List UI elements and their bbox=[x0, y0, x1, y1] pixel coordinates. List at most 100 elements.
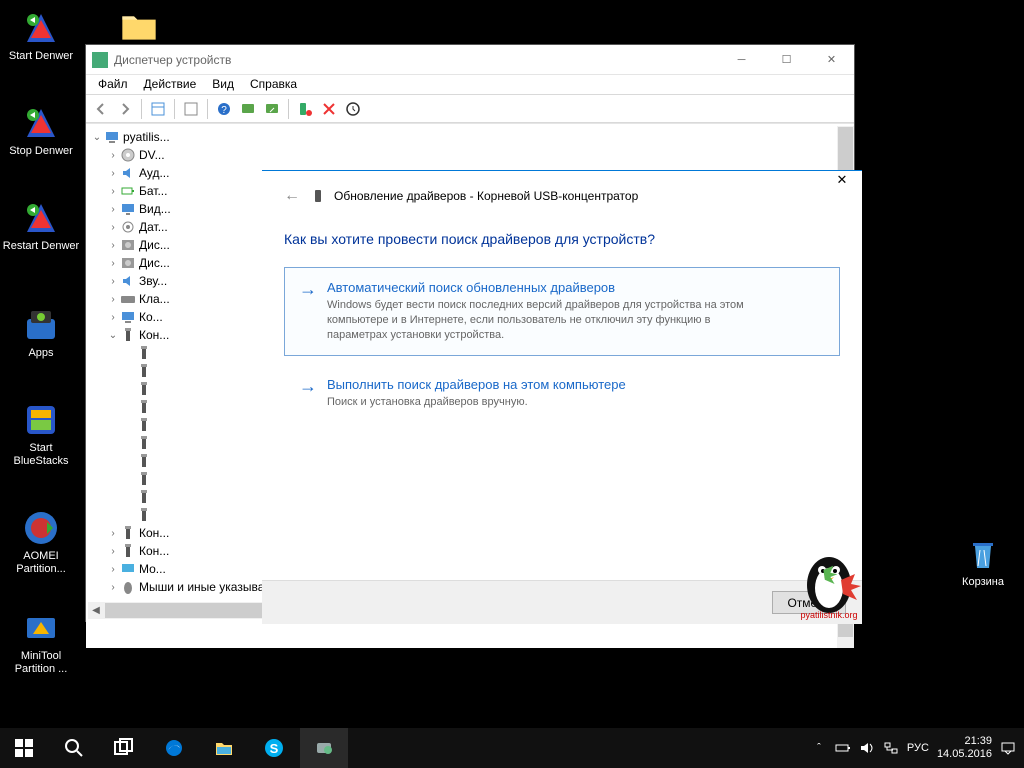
volume-icon[interactable] bbox=[859, 740, 875, 756]
arrow-right-icon: → bbox=[299, 377, 317, 410]
network-icon[interactable] bbox=[883, 740, 899, 756]
menu-действие[interactable]: Действие bbox=[136, 75, 205, 94]
taskbar: S ˆ РУС 21:39 14.05.2016 bbox=[0, 728, 1024, 768]
titlebar[interactable]: Диспетчер устройств ─ ☐ ✕ bbox=[86, 45, 854, 75]
usb-icon bbox=[136, 363, 152, 379]
maximize-button[interactable]: ☐ bbox=[764, 46, 809, 74]
apps-icon bbox=[21, 305, 61, 345]
minimize-button[interactable]: ─ bbox=[719, 46, 764, 74]
enable-button[interactable] bbox=[342, 98, 364, 120]
close-button[interactable]: ✕ bbox=[809, 46, 854, 74]
server-icon bbox=[21, 198, 61, 238]
computer-icon bbox=[120, 309, 136, 325]
desktop-icon-apps[interactable]: Apps bbox=[2, 305, 80, 360]
dialog-question: Как вы хотите провести поиск драйверов д… bbox=[262, 213, 862, 259]
notifications-icon[interactable] bbox=[1000, 740, 1016, 756]
watermark: pyatilistnik.org bbox=[789, 540, 869, 620]
back-arrow-icon[interactable]: ← bbox=[284, 187, 300, 205]
twist-icon[interactable]: › bbox=[106, 582, 120, 593]
twist-icon[interactable]: › bbox=[106, 222, 120, 233]
desktop-icon-minitool-partition-[interactable]: MiniTool Partition ... bbox=[2, 608, 80, 675]
tree-label: Вид... bbox=[139, 202, 171, 216]
scroll-left-arrow[interactable]: ◀ bbox=[88, 602, 104, 619]
tree-label: Бат... bbox=[139, 184, 167, 198]
twist-icon[interactable]: › bbox=[106, 564, 120, 575]
language-indicator[interactable]: РУС bbox=[907, 742, 929, 754]
tree-label: Кон... bbox=[139, 328, 169, 342]
back-button[interactable] bbox=[90, 98, 112, 120]
desktop-icon-restart-denwer[interactable]: Restart Denwer bbox=[2, 198, 80, 253]
menu-вид[interactable]: Вид bbox=[204, 75, 242, 94]
svg-text:?: ? bbox=[221, 105, 227, 116]
scan-button[interactable] bbox=[237, 98, 259, 120]
battery-icon[interactable] bbox=[835, 740, 851, 756]
update-button[interactable] bbox=[261, 98, 283, 120]
twist-icon[interactable]: › bbox=[106, 150, 120, 161]
edge-button[interactable] bbox=[150, 728, 198, 768]
explorer-button[interactable] bbox=[200, 728, 248, 768]
twist-icon[interactable]: › bbox=[106, 204, 120, 215]
dialog-close-button[interactable]: ✕ bbox=[822, 167, 862, 193]
twist-icon[interactable]: › bbox=[106, 294, 120, 305]
tree-label: Дис... bbox=[139, 256, 170, 270]
devmgr-taskbar-button[interactable] bbox=[300, 728, 348, 768]
minitool-icon bbox=[21, 608, 61, 648]
desktop-icon-aomei-partition-[interactable]: AOMEI Partition... bbox=[2, 508, 80, 575]
desktop-icon-корзина[interactable]: Корзина bbox=[944, 534, 1022, 589]
tree-label: Кла... bbox=[139, 292, 170, 306]
twist-icon[interactable]: ⌄ bbox=[106, 330, 120, 341]
icon-label: MiniTool Partition ... bbox=[2, 650, 80, 675]
twist-icon[interactable]: › bbox=[106, 276, 120, 287]
desktop-icon-start-denwer[interactable]: Start Denwer bbox=[2, 8, 80, 63]
toolbar: ? bbox=[86, 95, 854, 123]
clock[interactable]: 21:39 14.05.2016 bbox=[937, 735, 992, 761]
usb-icon bbox=[136, 507, 152, 523]
option-manual-search[interactable]: → Выполнить поиск драйверов на этом комп… bbox=[284, 364, 840, 423]
svg-text:pyatilistnik.org: pyatilistnik.org bbox=[800, 610, 857, 620]
tree-label: Зву... bbox=[139, 274, 167, 288]
desktop-icon-start-bluestacks[interactable]: Start BlueStacks bbox=[2, 400, 80, 467]
usb-icon bbox=[120, 327, 136, 343]
tree-node[interactable]: ⌄pyatilis... bbox=[90, 128, 850, 146]
search-button[interactable] bbox=[50, 728, 98, 768]
twist-icon[interactable]: › bbox=[106, 312, 120, 323]
icon-label: AOMEI Partition... bbox=[2, 550, 80, 575]
disable-button[interactable] bbox=[318, 98, 340, 120]
task-view-button[interactable] bbox=[100, 728, 148, 768]
tree-label: Ко... bbox=[139, 310, 163, 324]
battery-icon bbox=[120, 183, 136, 199]
start-button[interactable] bbox=[0, 728, 48, 768]
usb-icon bbox=[136, 471, 152, 487]
tree-label: Дат... bbox=[139, 220, 168, 234]
desktop-icon-stop-denwer[interactable]: Stop Denwer bbox=[2, 103, 80, 158]
device-icon bbox=[310, 188, 326, 204]
tray-expand-icon[interactable]: ˆ bbox=[811, 740, 827, 756]
tree-label: Мо... bbox=[139, 562, 166, 576]
uninstall-button[interactable] bbox=[294, 98, 316, 120]
menu-файл[interactable]: Файл bbox=[90, 75, 136, 94]
properties-button[interactable] bbox=[180, 98, 202, 120]
folder-icon bbox=[119, 8, 159, 48]
option-title: Выполнить поиск драйверов на этом компью… bbox=[327, 377, 626, 392]
twist-icon[interactable]: › bbox=[106, 186, 120, 197]
menu-справка[interactable]: Справка bbox=[242, 75, 305, 94]
help-button[interactable]: ? bbox=[213, 98, 235, 120]
usb-icon bbox=[136, 399, 152, 415]
twist-icon[interactable]: › bbox=[106, 258, 120, 269]
usb-icon bbox=[120, 543, 136, 559]
tree-label: DV... bbox=[139, 148, 165, 162]
disk-icon bbox=[120, 237, 136, 253]
forward-button[interactable] bbox=[114, 98, 136, 120]
twist-icon[interactable]: › bbox=[106, 240, 120, 251]
skype-button[interactable]: S bbox=[250, 728, 298, 768]
twist-icon[interactable]: › bbox=[106, 168, 120, 179]
option-auto-search[interactable]: → Автоматический поиск обновленных драйв… bbox=[284, 267, 840, 356]
twist-icon[interactable]: ⌄ bbox=[90, 132, 104, 143]
tree-node[interactable]: › DV... bbox=[90, 146, 850, 164]
desktop: Start Denwer Stop Denwer Restart Denwer App… bbox=[0, 0, 1024, 768]
twist-icon[interactable]: › bbox=[106, 546, 120, 557]
twist-icon[interactable]: › bbox=[106, 528, 120, 539]
show-hide-tree-button[interactable] bbox=[147, 98, 169, 120]
tree-label: Дис... bbox=[139, 238, 170, 252]
dvd-icon bbox=[120, 147, 136, 163]
